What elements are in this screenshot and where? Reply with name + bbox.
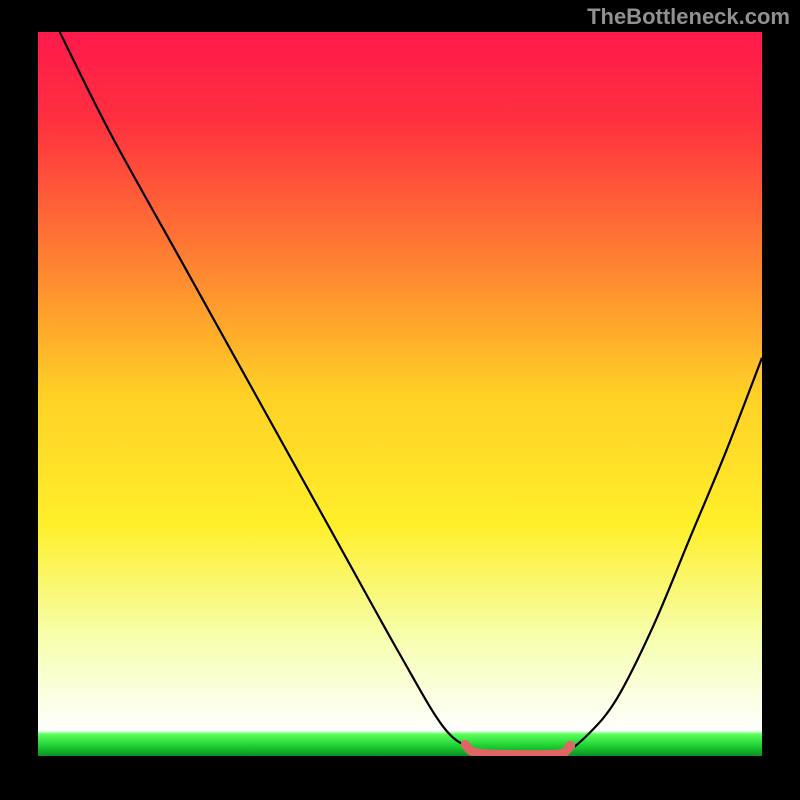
chart-svg: [38, 32, 762, 756]
chart-container: TheBottleneck.com: [0, 0, 800, 800]
watermark-text: TheBottleneck.com: [587, 4, 790, 30]
valley-end-marker: [565, 741, 575, 751]
gradient-rect: [38, 32, 762, 756]
plot-area: [38, 32, 762, 756]
